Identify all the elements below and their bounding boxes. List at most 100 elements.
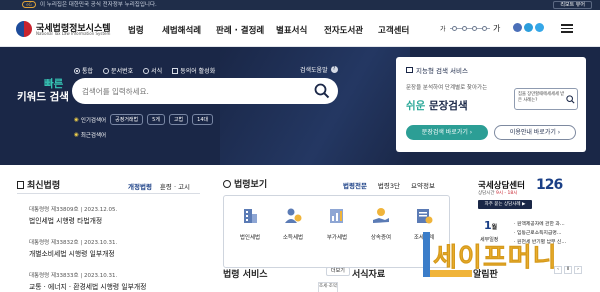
checkbox-icon[interactable]: [172, 67, 179, 74]
radio-icon[interactable]: [103, 67, 110, 74]
latest-laws-tabs: 개정법령 훈령 · 고시: [128, 181, 190, 191]
radio-icon[interactable]: [74, 67, 80, 74]
tab-directives-notices[interactable]: 훈령 · 고시: [160, 181, 190, 191]
search-help-link[interactable]: 검색도움말?: [300, 65, 338, 74]
faq-cases-button[interactable]: 자주 묻는 상담사례 ▶: [478, 200, 532, 209]
lightbulb-icon: ◉: [74, 116, 79, 123]
month-number: 1월: [484, 219, 498, 232]
popular-keywords: ◉ 인기검색어 공정거래법 5게 고법 14대: [74, 114, 214, 125]
nav-tax-interpretation[interactable]: 세법해석례: [162, 24, 216, 36]
government-mark-icon: eG: [22, 1, 36, 8]
carousel-prev-button[interactable]: ‹: [554, 266, 562, 274]
treaty-link[interactable]: 조세·조약: [318, 282, 338, 292]
more-button[interactable]: 더보기: [326, 267, 350, 276]
nav-e-library[interactable]: 전자도서관: [324, 24, 378, 36]
consult-hours: 상담시간 9시 - 18시: [478, 191, 518, 196]
sentence-search-button[interactable]: 문장검색 바로가기 ›: [406, 125, 488, 140]
font-small-label: 가: [440, 26, 446, 33]
nav-precedents[interactable]: 판례 · 결정례: [216, 24, 276, 36]
font-size-slider[interactable]: 가 가: [440, 24, 502, 34]
brand-watermark: 세이프머니: [423, 232, 600, 292]
search-icon: [566, 95, 575, 104]
font-size-stop[interactable]: [482, 26, 487, 31]
list-item[interactable]: 대통령령 제33832호 | 2023.10.31. 개별소비세법 시행령 일부…: [29, 238, 117, 258]
usage-guide-button[interactable]: 이용안내 바로가기 ›: [494, 125, 576, 140]
tab-full-text[interactable]: 법령전문: [343, 180, 367, 190]
law-category-box: 법인세법 소득세법 부가세법 상속증여 조세특례 더보기: [223, 195, 450, 276]
recent-keywords[interactable]: ◉ 최근검색어: [74, 131, 106, 139]
popular-tag[interactable]: 14대: [192, 114, 214, 125]
search-scope-options: 통합 문서번호 서식 동의어 활성화: [74, 66, 225, 75]
list-item[interactable]: · 원액제공자에 관한 과…: [514, 220, 566, 229]
sentence-search-preview[interactable]: 집을 장만할때에세세세 받은 사례는?: [514, 88, 578, 110]
monitor-icon: [406, 67, 413, 73]
smart-search-desc: 문장을 분석하여 단계별로 찾아가는: [406, 85, 488, 91]
popular-tag[interactable]: 5게: [147, 114, 165, 125]
category-vat[interactable]: 부가세법: [320, 206, 354, 241]
category-corporate-tax[interactable]: 법인세법: [233, 206, 267, 241]
building-icon: [244, 209, 257, 223]
carousel-controls: ‹ II ›: [554, 266, 582, 274]
site-header: 국세법령정보시스템 National Tax Law Information S…: [0, 10, 600, 47]
nav-customer-center[interactable]: 고객센터: [378, 24, 426, 36]
search-icon[interactable]: [314, 83, 330, 99]
facebook-icon[interactable]: [524, 23, 533, 32]
popular-tag[interactable]: 고법: [168, 114, 189, 125]
nav-forms[interactable]: 별표서식: [276, 24, 324, 36]
font-size-track[interactable]: [450, 26, 490, 31]
magnifier-icon: [223, 179, 231, 188]
law-view-panel: 법령보기 법령전문 법령3단 요약정보 법인세법 소득세법 부가세법 상속증여 …: [223, 173, 450, 276]
font-big-label: 가: [493, 24, 501, 33]
font-size-stop[interactable]: [462, 26, 467, 31]
law-view-title: 법령보기: [223, 177, 267, 190]
scope-option-doc-number[interactable]: 문서번호: [103, 66, 133, 75]
forms-title: 서식자료: [352, 270, 386, 280]
search-input[interactable]: [82, 84, 312, 98]
scope-option-integrated[interactable]: 통합: [74, 66, 93, 75]
tab-three-tier[interactable]: 법령3단: [378, 180, 400, 190]
quick-search-title: 빠른 키워드 검색: [17, 78, 69, 103]
help-icon: ?: [330, 66, 338, 73]
document-icon: [17, 180, 24, 189]
scope-option-forms[interactable]: 서식: [143, 66, 162, 75]
smart-search-label: 지능형 검색 서비스: [406, 65, 468, 75]
hand-coin-icon: [373, 208, 389, 223]
tab-amended-laws[interactable]: 개정법령: [128, 181, 152, 191]
divider: [17, 193, 200, 194]
chart-doc-icon: [330, 209, 343, 223]
law-service-title: 법령 서비스: [223, 270, 268, 280]
category-inheritance-gift[interactable]: 상속증여: [364, 206, 398, 241]
list-item[interactable]: 대통령령 제33809호 | 2023.12.05. 법인세법 시행령 타법개정: [29, 205, 117, 225]
popular-tag[interactable]: 공정거래법: [110, 114, 144, 125]
carousel-next-button[interactable]: ›: [574, 266, 582, 274]
lightbulb-icon: ◉: [74, 132, 79, 138]
synonym-toggle[interactable]: 동의어 활성화: [172, 66, 215, 75]
person-coin-icon: [285, 208, 302, 223]
taegeuk-emblem-icon: [16, 21, 32, 37]
twitter-icon[interactable]: [535, 23, 544, 32]
category-income-tax[interactable]: 소득세법: [276, 206, 310, 241]
list-item[interactable]: 대통령령 제33833호 | 2023.10.31. 교통 · 에너지 · 환경…: [29, 271, 146, 291]
logo-subtitle: National Tax Law Information System: [36, 31, 111, 36]
carousel-pause-button[interactable]: II: [564, 266, 572, 274]
remote-viewer-button[interactable]: 리모트 뷰어: [553, 1, 592, 9]
official-site-notice[interactable]: 이 누리집은 대한민국 공식 전자정부 누리집입니다.: [40, 1, 157, 9]
global-nav: 법령 세법해석례 판례 · 결정례 별표서식 전자도서관 고객센터: [128, 24, 426, 36]
smart-search-headline: 쉬운 문장검색: [406, 100, 468, 112]
latest-laws-title: 최신법령: [17, 178, 60, 191]
law-view-tabs: 법령전문 법령3단 요약정보: [343, 180, 435, 190]
site-logo[interactable]: 국세법령정보시스템 National Tax Law Information S…: [16, 20, 111, 38]
phone-126-badge: 126: [536, 177, 563, 193]
nav-law[interactable]: 법령: [128, 24, 162, 36]
sns-links: [513, 23, 544, 32]
tab-summary[interactable]: 요약정보: [411, 180, 435, 190]
hamburger-menu-icon[interactable]: [561, 24, 573, 33]
font-size-stop[interactable]: [472, 26, 477, 31]
document-coin-icon: [417, 209, 433, 224]
share-icon[interactable]: [513, 23, 522, 32]
radio-icon[interactable]: [143, 67, 150, 74]
latest-laws-panel: 최신법령 개정법령 훈령 · 고시 대통령령 제33809호 | 2023.12…: [17, 173, 202, 292]
keyword-search-box: [72, 78, 338, 104]
smart-search-card: 지능형 검색 서비스 문장을 분석하여 단계별로 찾아가는 쉬운 문장검색 집을…: [396, 57, 586, 152]
font-size-stop[interactable]: [452, 26, 457, 31]
